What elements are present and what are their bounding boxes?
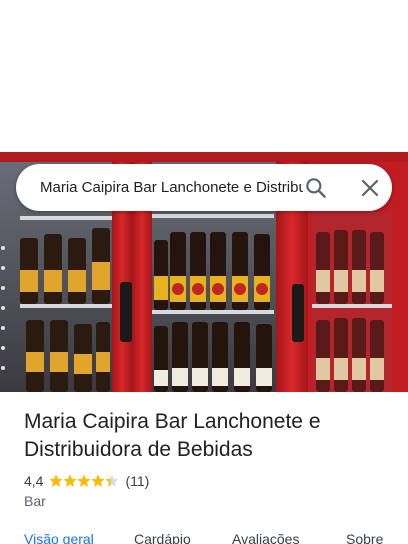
tab-about[interactable]: Sobre — [346, 530, 383, 544]
star-icon — [92, 474, 105, 487]
star-icon — [106, 474, 119, 487]
star-icon — [64, 474, 77, 487]
map-blank-area — [0, 0, 408, 152]
place-tabs: Visão geral Cardápio Avaliações Sobre — [0, 530, 408, 544]
star-icon — [50, 474, 63, 487]
tab-overview[interactable]: Visão geral — [24, 530, 94, 544]
place-title: Maria Caipira Bar Lanchonete e Distribui… — [24, 410, 321, 461]
rating-row[interactable]: 4,4 (11) — [24, 472, 149, 490]
rating-value: 4,4 — [24, 473, 44, 489]
search-icon[interactable] — [303, 175, 329, 201]
close-icon[interactable] — [358, 176, 382, 200]
tab-menu[interactable]: Cardápio — [134, 530, 191, 544]
rating-stars — [49, 474, 119, 488]
search-input[interactable]: Maria Caipira Bar Lanchonete e Distribui… — [40, 164, 303, 211]
place-category[interactable]: Bar — [24, 493, 46, 509]
tab-reviews[interactable]: Avaliações — [232, 530, 299, 544]
search-bar[interactable]: Maria Caipira Bar Lanchonete e Distribui… — [16, 164, 392, 211]
review-count[interactable]: (11) — [125, 473, 149, 489]
star-icon — [78, 474, 91, 487]
